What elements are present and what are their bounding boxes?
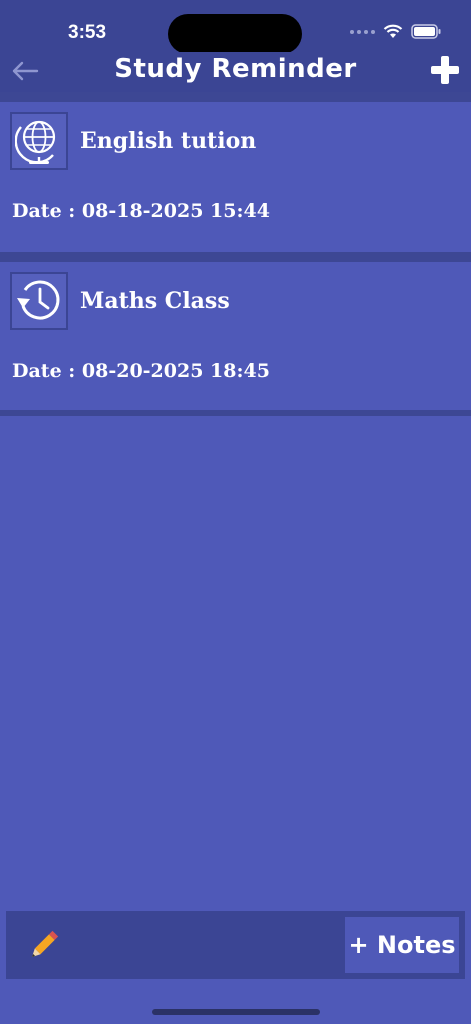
battery-icon: [411, 24, 441, 39]
home-indicator[interactable]: [152, 1009, 320, 1015]
reminder-title: English tution: [80, 128, 257, 154]
reminder-date: Date : 08-20-2025 18:45: [12, 360, 270, 382]
history-clock-icon: [10, 272, 68, 330]
signal-icon: [350, 29, 375, 34]
wifi-icon: [383, 24, 403, 38]
reminder-card[interactable]: Maths Class Date : 08-20-2025 18:45: [0, 262, 471, 412]
add-reminder-button[interactable]: [429, 54, 461, 86]
reminder-title: Maths Class: [80, 288, 230, 314]
reminder-card[interactable]: English tution Date : 08-18-2025 15:44: [0, 102, 471, 252]
bottom-bar: + Notes: [6, 911, 465, 979]
nav-bar: Study Reminder: [0, 52, 471, 92]
dynamic-island: [168, 14, 302, 54]
status-icons: [350, 24, 441, 39]
pencil-icon[interactable]: [26, 927, 62, 963]
status-time: 3:53: [68, 22, 107, 43]
divider: [0, 92, 471, 102]
status-bar: 3:53: [0, 0, 471, 54]
divider: [0, 410, 471, 416]
globe-icon: [10, 112, 68, 170]
reminder-date: Date : 08-18-2025 15:44: [12, 200, 270, 222]
divider: [0, 252, 471, 262]
page-title: Study Reminder: [114, 54, 357, 84]
add-notes-button[interactable]: + Notes: [345, 917, 459, 973]
